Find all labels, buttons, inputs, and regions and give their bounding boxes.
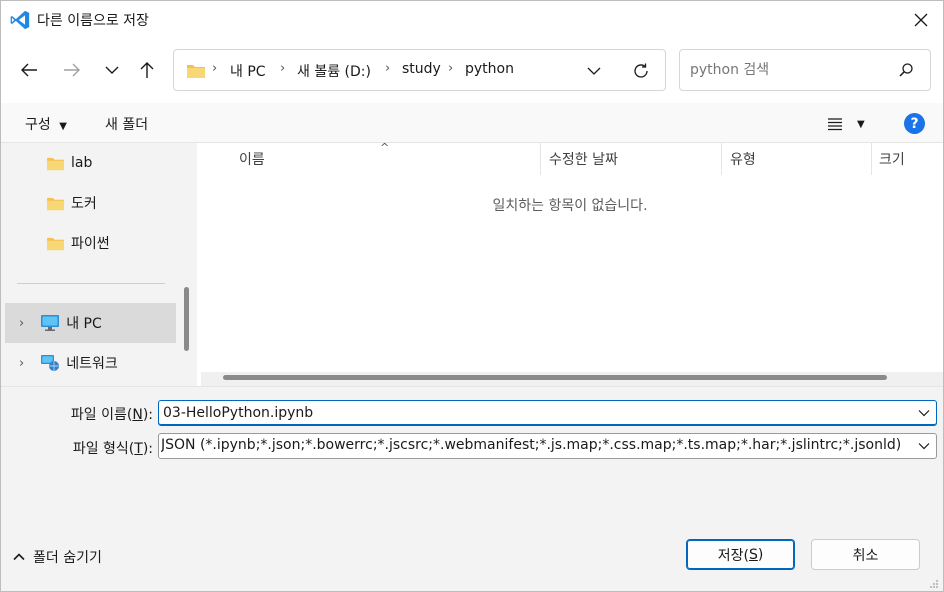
sidebar-item-python[interactable]: 파이썬: [1, 223, 176, 263]
column-divider[interactable]: [871, 143, 872, 175]
search-box: [679, 49, 931, 91]
sidebar-divider: [17, 283, 165, 284]
recent-locations-button[interactable]: [98, 56, 126, 84]
sidebar-item-lab[interactable]: lab: [1, 143, 176, 183]
sidebar-item-network[interactable]: › 네트워크: [5, 343, 176, 383]
column-header-name[interactable]: 이름: [239, 143, 539, 175]
chevron-down-icon[interactable]: [916, 438, 932, 454]
sidebar-item-label: lab: [71, 155, 93, 171]
sidebar-item-this-pc[interactable]: › 내 PC: [5, 303, 176, 343]
organize-label: 구성: [25, 117, 51, 133]
address-bar[interactable]: › 내 PC › 새 볼륨 (D:) › study › python: [173, 49, 666, 91]
computer-icon: [40, 314, 60, 332]
refresh-icon: [634, 63, 648, 78]
column-header-size[interactable]: 크기: [879, 143, 939, 175]
arrow-right-icon: [64, 63, 80, 77]
arrow-left-icon: [21, 63, 37, 77]
folder-icon: [186, 63, 206, 83]
caret-down-icon: ▼: [59, 121, 67, 132]
refresh-button[interactable]: [629, 59, 653, 83]
chevron-down-icon[interactable]: [916, 405, 932, 421]
folder-icon: [46, 196, 65, 211]
back-button[interactable]: [15, 56, 43, 84]
organize-button[interactable]: 구성 ▼: [25, 114, 67, 134]
horizontal-scrollbar[interactable]: [201, 372, 943, 386]
horizontal-scrollbar-thumb[interactable]: [223, 375, 887, 380]
chevron-down-icon: [587, 67, 601, 75]
chevron-right-icon[interactable]: ›: [19, 356, 24, 371]
forward-button[interactable]: [58, 56, 86, 84]
column-divider[interactable]: [540, 143, 541, 175]
up-button[interactable]: [133, 56, 161, 84]
search-input[interactable]: [690, 59, 890, 81]
breadcrumb-separator-icon: ›: [212, 61, 218, 76]
close-button[interactable]: [899, 1, 943, 38]
list-view-icon: [828, 118, 842, 131]
breadcrumb-separator-icon: ›: [448, 61, 454, 76]
breadcrumb-item[interactable]: study: [402, 61, 441, 77]
chevron-down-icon: [105, 66, 119, 74]
column-header-type[interactable]: 유형: [730, 143, 870, 175]
address-dropdown-button[interactable]: [582, 60, 606, 82]
folder-icon: [46, 236, 65, 251]
sidebar-item-docker[interactable]: 도커: [1, 183, 176, 223]
navigation-pane: lab 도커 파이썬 › 내 PC › 네트워크: [1, 143, 193, 386]
network-icon: [40, 354, 60, 372]
filetype-label: 파일 형식(T):: [72, 441, 153, 457]
close-icon: [914, 13, 928, 26]
command-toolbar: 구성 ▼ 새 폴더 ▼ ?: [1, 103, 943, 143]
breadcrumb-separator-icon: ›: [385, 61, 391, 76]
hide-folders-label: 폴더 숨기기: [33, 550, 102, 566]
sidebar-item-label: 파이썬: [71, 236, 110, 252]
resize-grip-icon[interactable]: [929, 577, 939, 592]
chevron-right-icon[interactable]: ›: [19, 316, 24, 331]
column-divider[interactable]: [721, 143, 722, 175]
arrow-up-icon: [140, 62, 154, 78]
save-button[interactable]: 저장(S): [686, 539, 795, 570]
dialog-footer: 폴더 숨기기 저장(S) 취소: [1, 511, 943, 591]
filename-input[interactable]: [163, 403, 903, 423]
cancel-button[interactable]: 취소: [811, 539, 920, 570]
empty-folder-message: 일치하는 항목이 없습니다.: [492, 198, 648, 214]
sidebar-item-label: 도커: [71, 196, 97, 212]
breadcrumb-item[interactable]: python: [465, 61, 514, 77]
folder-icon: [46, 156, 65, 171]
column-header-date-modified[interactable]: 수정한 날짜: [549, 143, 719, 175]
navigation-pane-scrollbar[interactable]: [184, 287, 189, 351]
breadcrumb-item[interactable]: 내 PC: [230, 61, 266, 81]
filetype-select[interactable]: JSON (*.ipynb;*.json;*.bowerrc;*.jscsrc;…: [158, 433, 937, 459]
search-icon[interactable]: [898, 62, 914, 82]
view-options-button[interactable]: ▼: [827, 113, 871, 135]
breadcrumb-item[interactable]: 새 볼륨 (D:): [297, 61, 371, 81]
sidebar-item-label: 내 PC: [66, 316, 102, 332]
vscode-logo-icon: [9, 9, 31, 31]
save-options-area: 파일 이름(N): 파일 형식(T): JSON (*.ipynb;*.json…: [1, 386, 943, 511]
save-as-dialog: 다른 이름으로 저장 › 내 PC › 새 볼륨 (D:) › study › …: [0, 0, 944, 592]
hide-folders-button[interactable]: 폴더 숨기기: [13, 547, 102, 567]
help-button[interactable]: ?: [904, 113, 925, 134]
caret-down-icon: ▼: [857, 118, 865, 130]
filename-combobox[interactable]: [158, 400, 937, 426]
navigation-bar: › 내 PC › 새 볼륨 (D:) › study › python: [1, 38, 943, 103]
window-title: 다른 이름으로 저장: [37, 13, 149, 29]
title-bar: 다른 이름으로 저장: [1, 1, 943, 38]
sidebar-item-label: 네트워크: [66, 356, 118, 372]
filetype-value: JSON (*.ipynb;*.json;*.bowerrc;*.jscsrc;…: [161, 437, 902, 453]
breadcrumb-separator-icon: ›: [280, 61, 286, 76]
filename-label: 파일 이름(N):: [70, 407, 153, 423]
new-folder-button[interactable]: 새 폴더: [105, 114, 148, 134]
chevron-up-icon: [13, 553, 25, 561]
file-list-pane: ^ 이름 수정한 날짜 유형 크기 일치하는 항목이 없습니다.: [197, 141, 943, 386]
